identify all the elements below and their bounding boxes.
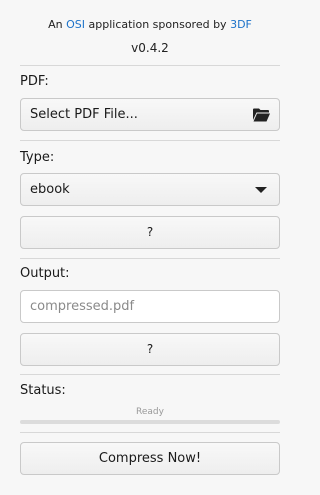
divider xyxy=(20,258,280,259)
divider xyxy=(20,65,280,66)
credit-middle: application sponsored by xyxy=(88,18,227,31)
compress-now-button[interactable]: Compress Now! xyxy=(20,442,280,475)
credit-prefix: An xyxy=(48,18,63,31)
divider xyxy=(20,140,280,141)
pdf-label: PDF: xyxy=(20,74,49,89)
version-label: v0.4.2 xyxy=(131,41,169,55)
chevron-down-icon xyxy=(255,187,267,193)
select-pdf-button[interactable]: Select PDF File... xyxy=(20,98,280,131)
type-select-value: ebook xyxy=(30,182,70,197)
type-help-button[interactable]: ? xyxy=(20,216,280,249)
output-label: Output: xyxy=(20,266,70,281)
divider xyxy=(20,432,280,433)
type-label: Type: xyxy=(20,150,55,165)
sponsor-link[interactable]: 3DF xyxy=(230,18,252,31)
select-pdf-label: Select PDF File... xyxy=(30,107,138,122)
progress-bar xyxy=(20,420,280,424)
status-text: Ready xyxy=(136,407,164,417)
divider xyxy=(20,374,280,375)
osi-link[interactable]: OSI xyxy=(66,18,85,31)
folder-open-icon xyxy=(253,108,270,122)
output-help-button[interactable]: ? xyxy=(20,333,280,366)
status-label: Status: xyxy=(20,383,66,398)
type-select[interactable]: ebook xyxy=(20,173,280,206)
sponsor-credit: An OSI application sponsored by 3DF xyxy=(0,18,300,31)
output-filename-input[interactable] xyxy=(20,290,280,323)
